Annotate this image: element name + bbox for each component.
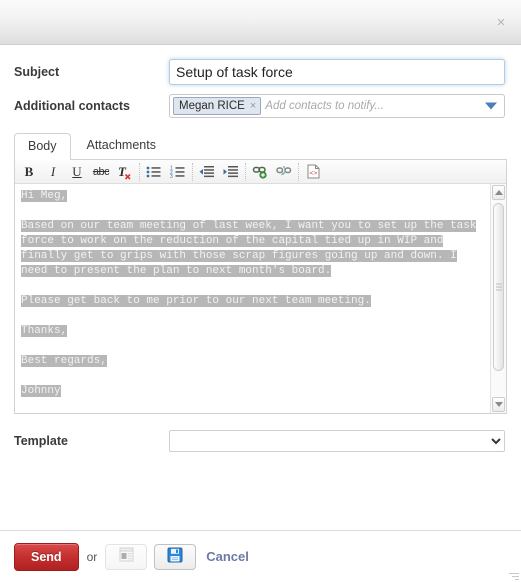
contact-tag-remove-icon[interactable]: × xyxy=(250,100,256,112)
strikethrough-button[interactable]: abc xyxy=(89,161,113,183)
remove-format-button[interactable]: T xyxy=(113,161,137,183)
bold-button[interactable]: B xyxy=(17,161,41,183)
preview-document-icon xyxy=(117,547,135,566)
body-paragraph-text: Best regards, xyxy=(21,355,107,368)
contacts-placeholder[interactable]: Add contacts to notify... xyxy=(265,100,482,112)
toolbar-separator xyxy=(139,162,140,181)
tab-body[interactable]: Body xyxy=(14,133,71,160)
contacts-field-wrap: Megan RICE × Add contacts to notify... xyxy=(169,94,505,118)
svg-text:T: T xyxy=(118,164,127,179)
subject-input[interactable] xyxy=(169,59,505,85)
numbered-list-button[interactable]: 1 2 3 xyxy=(166,161,190,183)
scrollbar-grip-icon xyxy=(495,282,502,293)
scrollbar-thumb[interactable] xyxy=(493,203,504,372)
toolbar-separator xyxy=(192,162,193,181)
subject-field-wrap xyxy=(169,59,505,85)
bulleted-list-button[interactable] xyxy=(142,161,166,183)
body-paragraph-text: Please get back to me prior to our next … xyxy=(21,295,371,308)
subject-label: Subject xyxy=(14,65,60,79)
editor-body-area: Hi Meg, Based on our team meeting of las… xyxy=(15,184,506,413)
italic-button[interactable]: I xyxy=(41,161,65,183)
send-button[interactable]: Send xyxy=(14,542,79,571)
contact-tag-label: Megan RICE xyxy=(179,100,245,112)
svg-text:<>: <> xyxy=(309,170,317,177)
underline-button[interactable]: U xyxy=(65,161,89,183)
body-paragraph: Johnny xyxy=(21,384,484,399)
editor-scrollbar[interactable] xyxy=(490,184,506,413)
dialog-footer: Send or Cancel xyxy=(0,530,521,582)
indent-button[interactable] xyxy=(219,161,243,183)
source-button[interactable]: <> xyxy=(301,161,325,183)
template-section: Template xyxy=(0,414,521,452)
save-draft-button[interactable] xyxy=(154,543,197,570)
subject-row: Subject xyxy=(14,59,505,85)
svg-text:3: 3 xyxy=(170,174,173,179)
resize-grip-icon[interactable] xyxy=(509,570,519,580)
contact-tag[interactable]: Megan RICE × xyxy=(173,97,262,115)
template-field-wrap xyxy=(169,430,505,452)
cancel-link[interactable]: Cancel xyxy=(206,549,249,564)
body-paragraph-text: Thanks, xyxy=(21,325,68,338)
body-paragraph-text: Hi Meg, xyxy=(21,190,68,203)
body-paragraph: Please get back to me prior to our next … xyxy=(21,294,484,309)
template-select[interactable] xyxy=(169,430,505,452)
contacts-row: Additional contacts Megan RICE × Add con… xyxy=(14,94,505,118)
template-row: Template xyxy=(14,430,505,452)
floppy-disk-save-icon xyxy=(167,547,183,566)
editor-tabs: Body Attachments xyxy=(14,132,507,160)
outdent-button[interactable] xyxy=(195,161,219,183)
or-label: or xyxy=(86,549,98,564)
editor-toolbar: B I U abc T 1 2 3 <> xyxy=(15,160,506,185)
unlink-button[interactable] xyxy=(272,161,296,183)
toolbar-separator xyxy=(245,162,246,181)
rich-text-editor: B I U abc T 1 2 3 <> Hi Meg, Based on ou… xyxy=(14,159,507,414)
contacts-multiselect[interactable]: Megan RICE × Add contacts to notify... xyxy=(169,94,505,118)
body-paragraph-text: Johnny xyxy=(21,385,61,398)
body-paragraph-text: Based on our team meeting of last week, … xyxy=(21,220,477,278)
dialog-header: × xyxy=(0,0,521,45)
preview-button[interactable] xyxy=(105,543,148,570)
tab-attachments[interactable]: Attachments xyxy=(73,132,170,159)
template-label: Template xyxy=(14,434,68,448)
link-button[interactable] xyxy=(248,161,272,183)
close-icon[interactable]: × xyxy=(493,15,509,31)
body-paragraph: Hi Meg, xyxy=(21,189,484,204)
body-paragraph: Based on our team meeting of last week, … xyxy=(21,219,484,279)
body-paragraph: Thanks, xyxy=(21,324,484,339)
body-paragraph: Best regards, xyxy=(21,354,484,369)
contacts-label: Additional contacts xyxy=(14,99,130,113)
form-fields: Subject Additional contacts Megan RICE ×… xyxy=(0,45,521,118)
scroll-down-arrow-icon[interactable] xyxy=(492,397,505,412)
chevron-down-icon[interactable] xyxy=(485,102,497,110)
toolbar-separator xyxy=(298,162,299,181)
scroll-up-arrow-icon[interactable] xyxy=(492,185,505,201)
email-body-text[interactable]: Hi Meg, Based on our team meeting of las… xyxy=(15,184,490,413)
